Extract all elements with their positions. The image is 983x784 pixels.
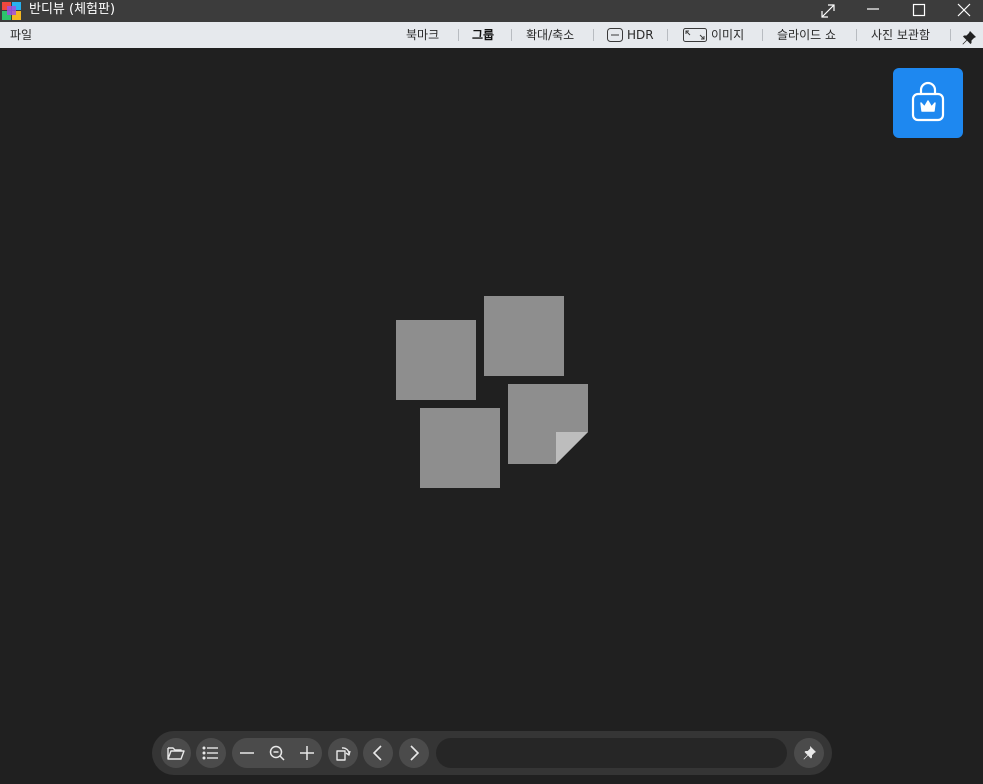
purchase-button[interactable] (893, 68, 963, 138)
pin-icon (962, 31, 976, 45)
menu-photo-storage[interactable]: 사진 보관함 (871, 22, 930, 48)
menu-separator (762, 29, 763, 41)
bottom-toolbar (152, 731, 832, 775)
menu-group[interactable]: 그룹 (472, 22, 494, 48)
menu-file[interactable]: 파일 (10, 22, 32, 48)
zoom-reset-button[interactable] (262, 738, 292, 768)
zoom-out-button[interactable] (232, 738, 262, 768)
menu-image[interactable]: 이미지 (683, 22, 744, 48)
window-title: 반디뷰 (체험판) (29, 2, 116, 17)
rotate-icon (336, 747, 351, 761)
pin-toolbar-button[interactable] (794, 738, 824, 768)
fullscreen-button[interactable] (804, 0, 850, 22)
zoom-controls (232, 738, 322, 768)
zoom-in-button[interactable] (292, 738, 322, 768)
expand-arrows-icon (821, 4, 835, 18)
previous-button[interactable] (363, 738, 393, 768)
menu-image-label: 이미지 (711, 28, 745, 42)
next-button[interactable] (399, 738, 429, 768)
list-icon (202, 746, 218, 760)
menu-separator (593, 29, 594, 41)
close-icon (957, 3, 971, 17)
plus-icon (300, 746, 314, 760)
minimize-icon (867, 8, 879, 10)
menu-separator (950, 29, 951, 41)
minimize-button[interactable] (849, 0, 895, 22)
title-bar[interactable]: 반디뷰 (체험판) (0, 0, 983, 22)
shopping-bag-crown-icon (911, 81, 945, 122)
rotate-button[interactable] (328, 738, 358, 768)
menu-bookmark[interactable]: 북마크 (406, 22, 439, 48)
menu-separator (667, 29, 668, 41)
close-button[interactable] (940, 0, 983, 22)
maximize-button[interactable] (895, 0, 941, 22)
maximize-icon (912, 3, 926, 17)
menu-hdr[interactable]: HDR (607, 22, 654, 48)
menu-bar: 파일 북마크 그룹 확대/축소 HDR 이미지 슬라이드 쇼 사진 보관함 (0, 22, 983, 48)
chevron-left-icon (372, 745, 382, 761)
minus-icon (240, 752, 254, 754)
pin-menu-button[interactable] (962, 28, 976, 45)
menu-separator (856, 29, 857, 41)
menu-zoom[interactable]: 확대/축소 (526, 22, 574, 48)
filename-field[interactable] (436, 738, 787, 768)
hdr-toggle-icon (607, 27, 623, 42)
bandiview-logo-icon (2, 2, 21, 20)
magnifier-minus-icon (269, 745, 285, 761)
chevron-right-icon (410, 745, 420, 761)
folder-open-icon (167, 747, 185, 760)
empty-gallery-graphic (396, 296, 588, 488)
menu-slideshow[interactable]: 슬라이드 쇼 (777, 22, 836, 48)
pin-icon (803, 746, 816, 760)
list-button[interactable] (196, 738, 226, 768)
fit-image-icon (683, 27, 707, 42)
menu-separator (511, 29, 512, 41)
menu-hdr-label: HDR (627, 28, 654, 42)
menu-separator (458, 29, 459, 41)
open-folder-button[interactable] (161, 738, 191, 768)
